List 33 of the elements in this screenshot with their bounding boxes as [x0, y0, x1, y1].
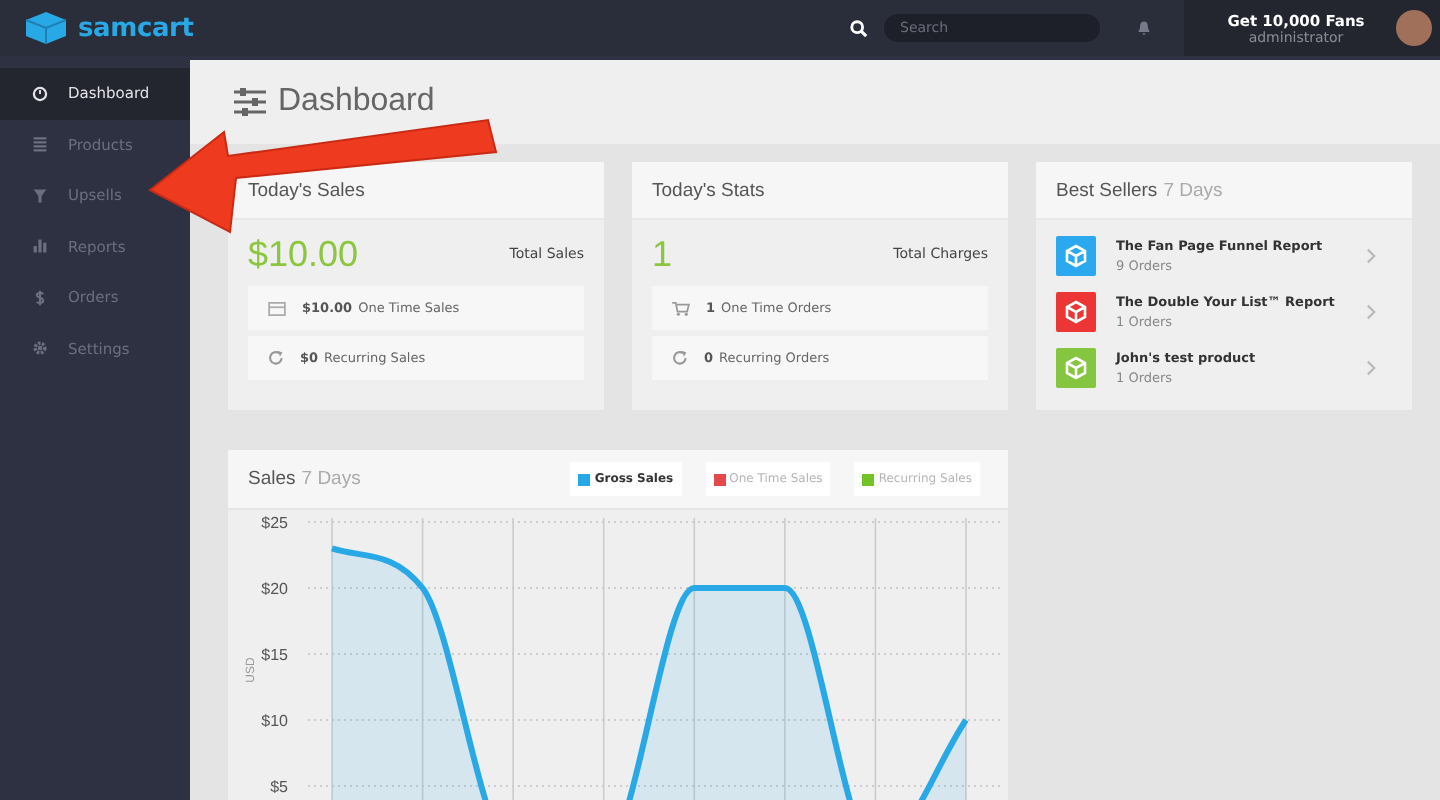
- gear-icon: [32, 340, 48, 357]
- logo-text: samcart: [78, 13, 194, 43]
- search-icon[interactable]: [850, 19, 868, 37]
- y-axis-label: $25: [261, 514, 288, 532]
- total-value: 1: [652, 233, 673, 275]
- bell-icon[interactable]: [1136, 20, 1152, 36]
- chevron-right-icon: [1366, 359, 1376, 375]
- cart-icon: [672, 301, 690, 315]
- refresh-icon: [268, 350, 284, 366]
- sliders-icon: [234, 88, 266, 116]
- box-logo-icon: [20, 10, 72, 46]
- total-value: $10.00: [248, 233, 359, 275]
- chevron-right-icon: [1366, 303, 1376, 319]
- y-axis-label: $5: [270, 778, 288, 796]
- page-title: Dashboard: [278, 84, 435, 120]
- chevron-right-icon: [1366, 247, 1376, 263]
- list-icon: [32, 136, 48, 153]
- y-axis-label: $20: [261, 580, 288, 598]
- card-title: Today's Stats: [652, 179, 765, 201]
- avatar-circle[interactable]: [1396, 10, 1432, 46]
- gauge-icon: [32, 85, 48, 102]
- period-label: 7 Days: [301, 468, 361, 490]
- card-title: Best Sellers: [1056, 179, 1158, 201]
- y-axis-label: $15: [261, 646, 288, 664]
- dollar-icon: [32, 289, 48, 306]
- card-title: Sales: [248, 468, 296, 490]
- credit-card-icon: [268, 301, 286, 315]
- funnel-icon: [32, 187, 48, 204]
- refresh-icon: [672, 350, 688, 366]
- y-axis-label: $10: [261, 712, 288, 730]
- card-title: Today's Sales: [248, 179, 365, 201]
- bar-chart-icon: [32, 238, 48, 255]
- period-label: 7 Days: [1163, 179, 1223, 201]
